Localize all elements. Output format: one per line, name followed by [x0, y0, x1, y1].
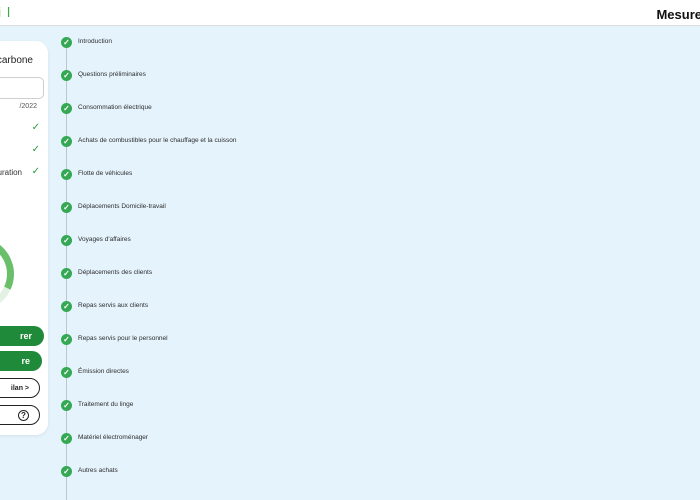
- step-label: Matériel électroménager: [78, 434, 149, 441]
- check-circle-icon: ✓: [61, 37, 72, 48]
- step-label: Déplacements Domicile-travail: [78, 203, 166, 210]
- check-circle-icon: ✓: [61, 268, 72, 279]
- step-label: Flotte de véhicules: [78, 170, 133, 177]
- step-label: Repas servis aux clients: [78, 302, 149, 309]
- check-circle-icon: ✓: [61, 433, 72, 444]
- carbon-summary-card: carbone /2022 ✓ ✓ uration ✓ rer re ilan …: [0, 41, 48, 435]
- card-title: carbone: [0, 55, 33, 66]
- check-circle-icon: ✓: [61, 334, 72, 345]
- step-label: Traitement du linge: [78, 401, 134, 408]
- help-button[interactable]: ?: [0, 405, 40, 425]
- step-label: Repas servis pour le personnel: [78, 335, 168, 342]
- checklist-item-label: uration: [0, 168, 22, 177]
- check-circle-icon: ✓: [61, 235, 72, 246]
- check-circle-icon: ✓: [61, 367, 72, 378]
- check-icon: ✓: [31, 122, 40, 133]
- step-label: Questions préliminaires: [78, 71, 146, 78]
- app-logo[interactable]: i l: [0, 4, 11, 20]
- progress-gauge: [0, 226, 25, 322]
- check-circle-icon: ✓: [61, 70, 72, 81]
- check-circle-icon: ✓: [61, 400, 72, 411]
- check-circle-icon: ✓: [61, 136, 72, 147]
- check-circle-icon: ✓: [61, 169, 72, 180]
- check-icon: ✓: [31, 166, 40, 177]
- step-label: Achats de combustibles pour le chauffage…: [78, 137, 237, 144]
- card-date: /2022: [19, 103, 37, 110]
- page-title: Mesure: [656, 7, 700, 22]
- check-circle-icon: ✓: [61, 103, 72, 114]
- checklist-item: ✓: [0, 122, 40, 135]
- check-circle-icon: ✓: [61, 466, 72, 477]
- checklist-item: ✓: [0, 144, 40, 157]
- bilan-button[interactable]: ilan >: [0, 378, 40, 398]
- check-circle-icon: ✓: [61, 301, 72, 312]
- primary-button[interactable]: rer: [0, 326, 44, 346]
- step-label: Voyages d'affaires: [78, 236, 131, 243]
- step-label: Consommation électrique: [78, 104, 152, 111]
- check-icon: ✓: [31, 144, 40, 155]
- checklist-item: uration ✓: [0, 166, 40, 179]
- check-circle-icon: ✓: [61, 202, 72, 213]
- step-label: Introduction: [78, 38, 112, 45]
- secondary-button[interactable]: re: [0, 351, 42, 371]
- help-icon: ?: [18, 409, 29, 421]
- step-label: Déplacements des clients: [78, 269, 153, 276]
- card-select-field[interactable]: [0, 77, 44, 99]
- step-label: Émission directes: [78, 368, 129, 375]
- top-bar: i l Mesure: [0, 0, 700, 26]
- step-label: Autres achats: [78, 467, 118, 474]
